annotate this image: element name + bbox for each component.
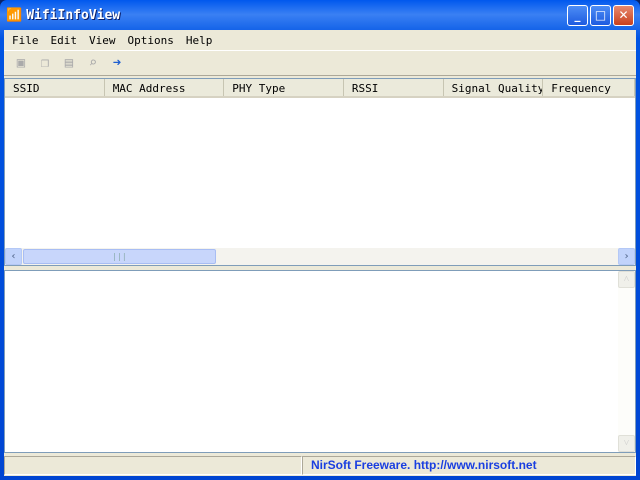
menu-view[interactable]: View xyxy=(83,34,122,47)
menu-edit[interactable]: Edit xyxy=(45,34,84,47)
horizontal-scrollbar[interactable]: ‹ ||| › xyxy=(5,248,635,265)
scroll-left-button[interactable]: ‹ xyxy=(5,248,22,265)
details-pane[interactable]: ˄ ˅ xyxy=(4,270,636,453)
exit-icon[interactable]: ➜ xyxy=(108,54,126,72)
app-window: 📶 WifiInfoView _ □ ✕ File Edit View Opti… xyxy=(0,0,640,480)
column-rssi[interactable]: RSSI xyxy=(344,79,444,96)
properties-icon[interactable]: ▤ xyxy=(60,54,78,72)
title-bar: 📶 WifiInfoView _ □ ✕ xyxy=(0,0,640,30)
network-list[interactable]: SSID MAC Address PHY Type RSSI Signal Qu… xyxy=(4,78,636,266)
maximize-button[interactable]: □ xyxy=(590,5,611,26)
vertical-scrollbar[interactable]: ˄ ˅ xyxy=(618,271,635,452)
menu-file[interactable]: File xyxy=(6,34,45,47)
minimize-button[interactable]: _ xyxy=(567,5,588,26)
column-mac-address[interactable]: MAC Address xyxy=(105,79,225,96)
copy-icon[interactable]: ❐ xyxy=(36,54,54,72)
nirsoft-link[interactable]: NirSoft Freeware. http://www.nirsoft.net xyxy=(302,456,636,475)
list-header: SSID MAC Address PHY Type RSSI Signal Qu… xyxy=(5,79,635,98)
window-title: WifiInfoView xyxy=(26,7,121,23)
column-signal-quality[interactable]: Signal Quality xyxy=(444,79,544,96)
scroll-right-button[interactable]: › xyxy=(618,248,635,265)
find-icon[interactable]: ⌕ xyxy=(84,54,102,72)
menu-options[interactable]: Options xyxy=(122,34,180,47)
scroll-down-button[interactable]: ˅ xyxy=(618,435,635,452)
status-count xyxy=(4,456,302,475)
column-frequency[interactable]: Frequency xyxy=(543,79,635,96)
toolbar: ▣ ❐ ▤ ⌕ ➜ xyxy=(4,50,636,76)
column-ssid[interactable]: SSID xyxy=(5,79,105,96)
save-icon[interactable]: ▣ xyxy=(12,54,30,72)
client-area: File Edit View Options Help ▣ ❐ ▤ ⌕ ➜ SS… xyxy=(4,30,636,476)
menu-bar: File Edit View Options Help xyxy=(4,30,636,50)
scroll-thumb[interactable]: ||| xyxy=(23,249,216,264)
wifi-app-icon: 📶 xyxy=(6,7,23,23)
close-button[interactable]: ✕ xyxy=(613,5,634,26)
scroll-up-button[interactable]: ˄ xyxy=(618,271,635,288)
menu-help[interactable]: Help xyxy=(180,34,219,47)
column-phy-type[interactable]: PHY Type xyxy=(224,79,344,96)
status-bar: NirSoft Freeware. http://www.nirsoft.net xyxy=(4,454,636,476)
